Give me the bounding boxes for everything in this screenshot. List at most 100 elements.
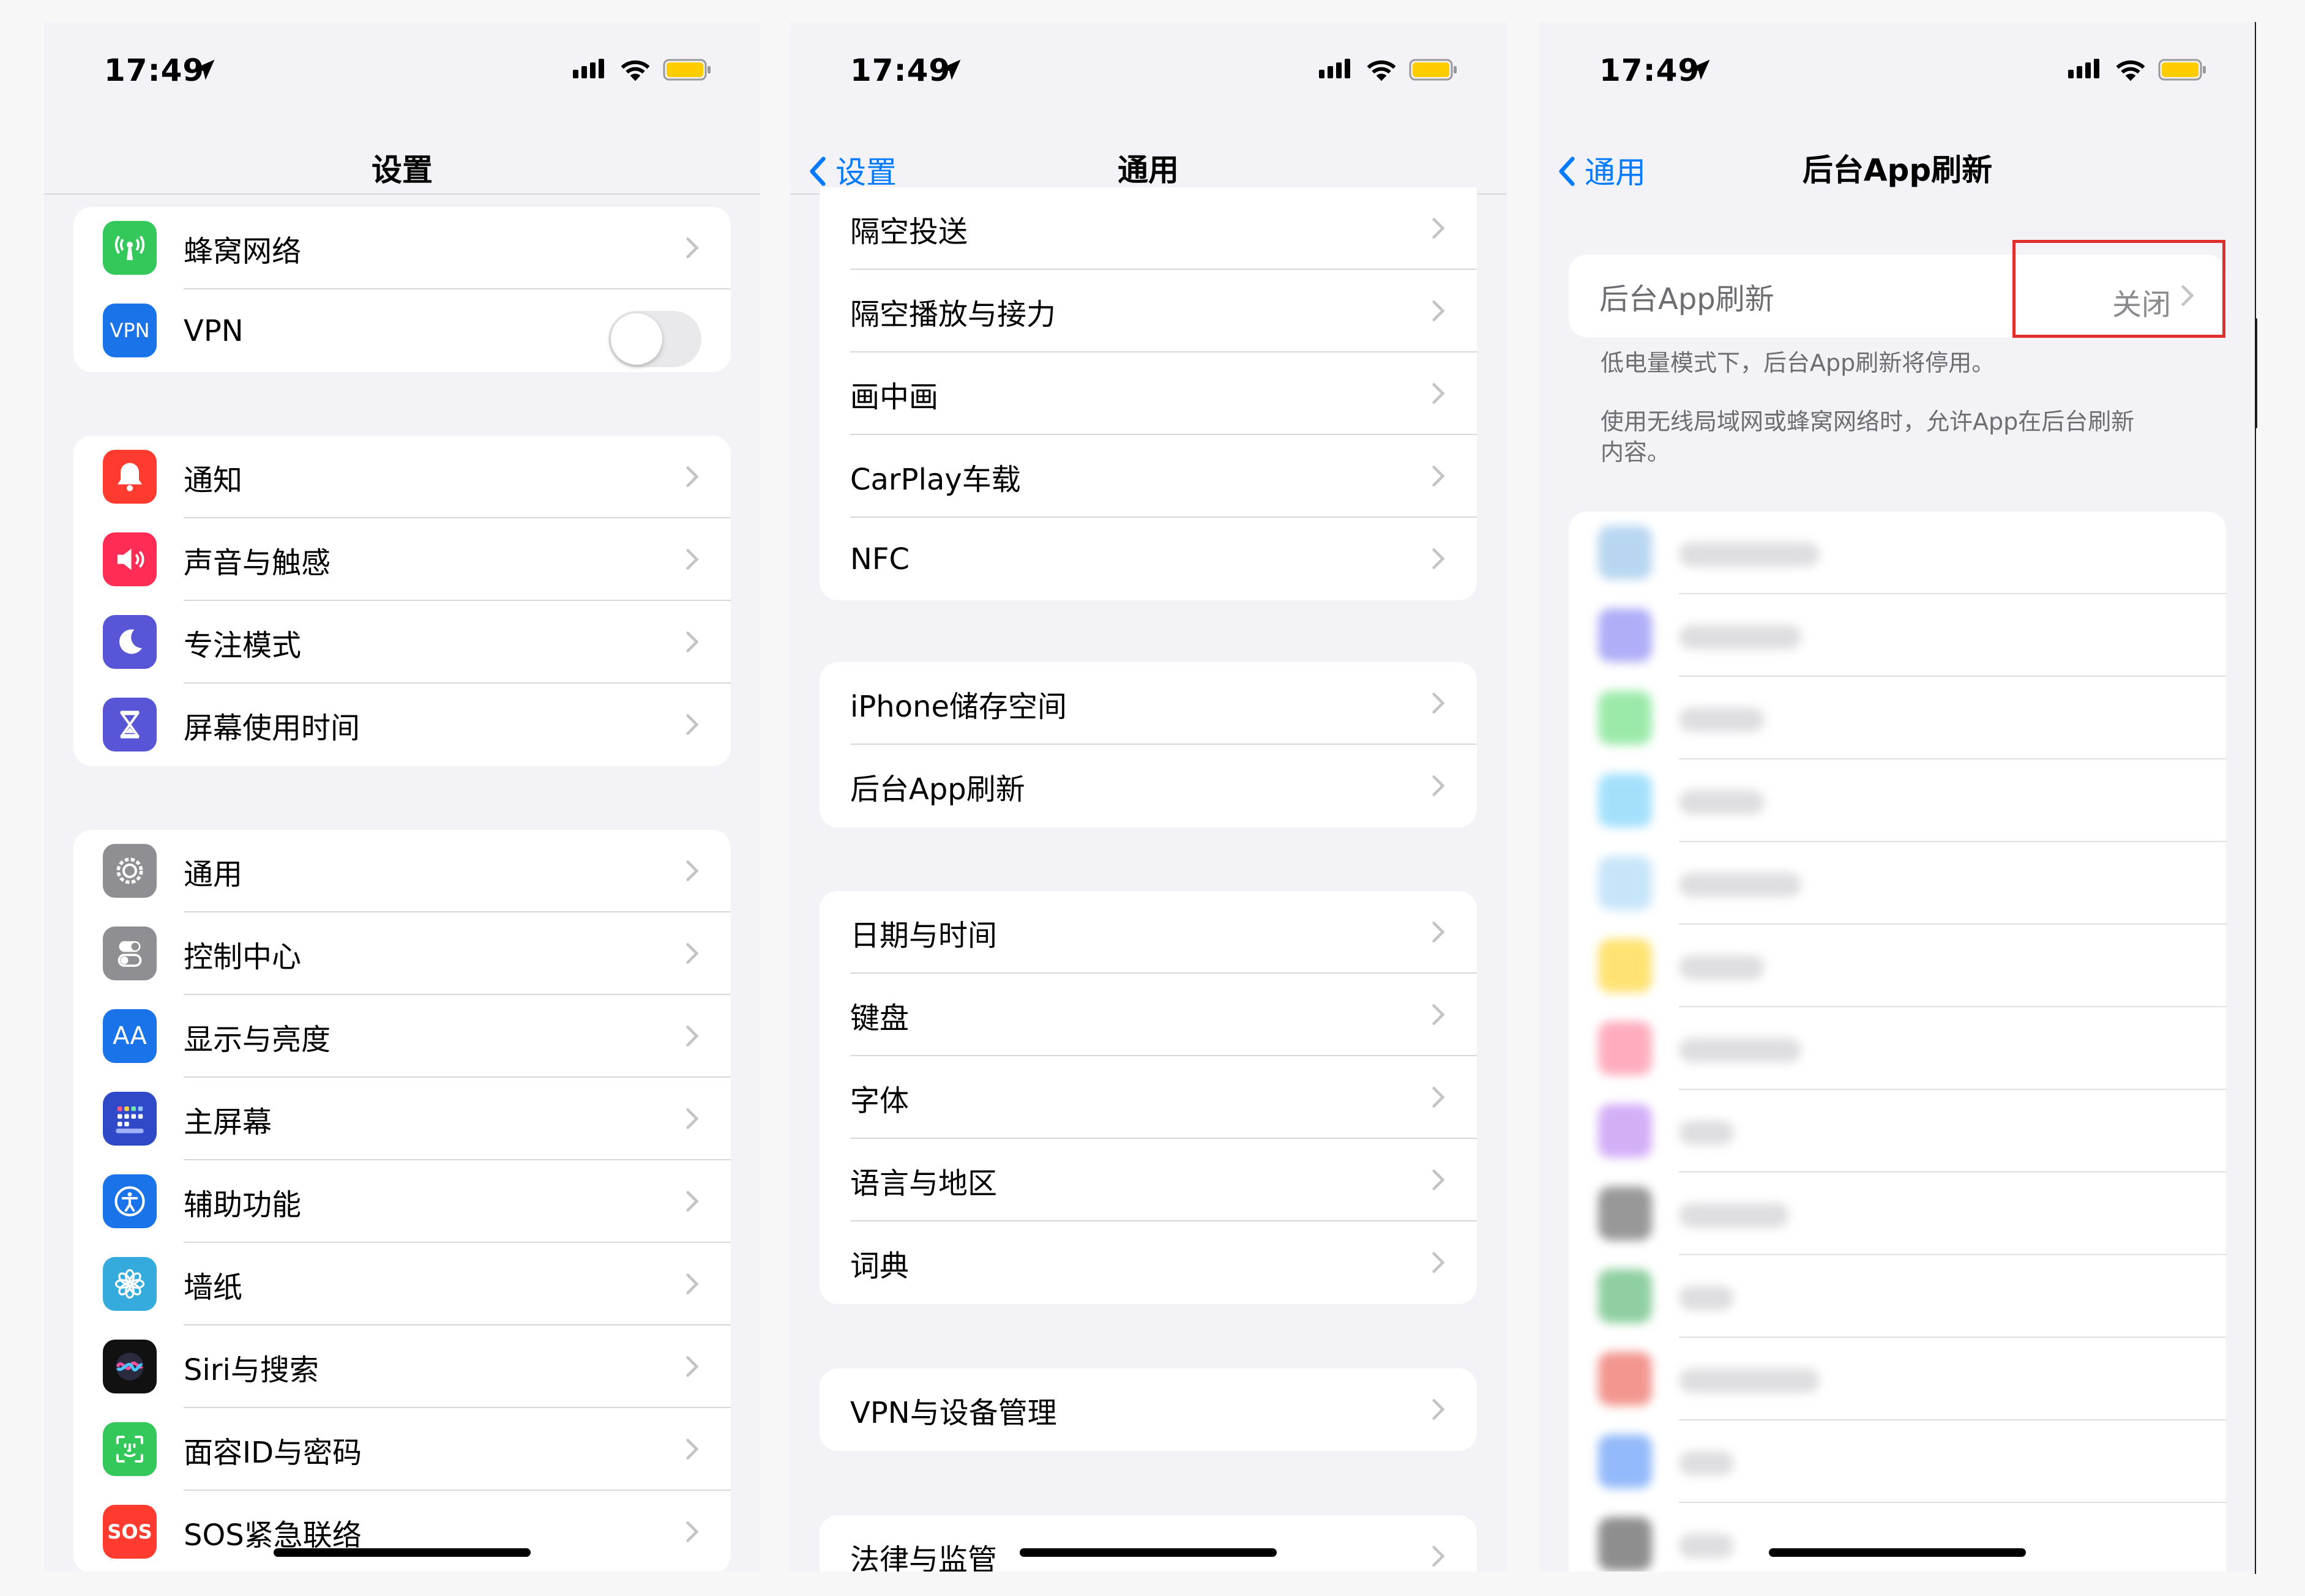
battery-icon <box>1409 59 1457 81</box>
signal-icon <box>1319 59 1353 78</box>
vpn-icon: VPN <box>103 304 157 357</box>
general-row-background-refresh[interactable]: 后台App刷新 <box>820 745 1477 827</box>
speaker-icon <box>103 532 157 586</box>
app-row[interactable] <box>1569 1420 2226 1503</box>
row-label: 日期与时间 <box>850 918 998 953</box>
general-row-iphone-storage[interactable]: iPhone储存空间 <box>820 662 1477 745</box>
chevron-right-icon <box>686 1438 699 1461</box>
general-screen: 17:49 设置 通用 隔空投送 隔空播放与接力 画中画 CarPlay车载 N… <box>790 22 1506 1572</box>
app-icon <box>1598 1187 1652 1240</box>
row-label: 隔空投送 <box>850 214 968 249</box>
settings-row-screen-time[interactable]: 屏幕使用时间 <box>73 684 731 766</box>
app-icon <box>1598 608 1652 662</box>
settings-row-notifications[interactable]: 通知 <box>73 436 731 518</box>
chevron-right-icon <box>1432 1251 1445 1274</box>
app-row[interactable] <box>1569 759 2226 842</box>
general-row-airdrop[interactable]: 隔空投送 <box>820 187 1477 270</box>
row-label: 语言与地区 <box>850 1166 998 1201</box>
vpn-toggle[interactable] <box>608 311 701 367</box>
settings-row-siri[interactable]: Siri与搜索 <box>73 1326 731 1408</box>
app-icon <box>1598 774 1652 827</box>
chevron-right-icon <box>1432 217 1445 240</box>
app-row[interactable] <box>1569 1255 2226 1338</box>
legal-group: 法律与监管 <box>820 1515 1477 1572</box>
chevron-right-icon <box>1432 774 1445 797</box>
general-row-vpn-device-management[interactable]: VPN与设备管理 <box>820 1368 1477 1451</box>
bell-icon <box>103 450 157 504</box>
settings-row-accessibility[interactable]: 辅助功能 <box>73 1160 731 1243</box>
row-label: NFC <box>850 542 910 576</box>
scroll-indicator <box>2255 318 2257 428</box>
row-label: 蜂窝网络 <box>184 234 302 269</box>
location-arrow-icon <box>194 59 215 80</box>
settings-row-focus[interactable]: 专注模式 <box>73 601 731 684</box>
general-row-pip[interactable]: 画中画 <box>820 352 1477 435</box>
settings-row-face-id[interactable]: 面容ID与密码 <box>73 1408 731 1491</box>
settings-row-control-center[interactable]: 控制中心 <box>73 912 731 995</box>
battery-icon <box>2158 59 2206 81</box>
app-row[interactable] <box>1569 677 2226 759</box>
status-bar: 17:49 <box>44 22 760 89</box>
gear-icon <box>103 844 157 898</box>
general-row-carplay[interactable]: CarPlay车载 <box>820 435 1477 518</box>
wifi-icon <box>621 60 650 81</box>
settings-row-cellular[interactable]: 蜂窝网络 <box>73 207 731 289</box>
general-row-fonts[interactable]: 字体 <box>820 1056 1477 1139</box>
app-name <box>1679 625 1801 649</box>
signal-icon <box>573 59 607 78</box>
home-indicator[interactable] <box>1020 1548 1277 1557</box>
navigation-bar: 通用 后台App刷新 <box>1539 89 2255 193</box>
app-row[interactable] <box>1569 1007 2226 1090</box>
settings-row-wallpaper[interactable]: 墙纸 <box>73 1243 731 1326</box>
app-row[interactable] <box>1569 1338 2226 1420</box>
general-row-airplay[interactable]: 隔空播放与接力 <box>820 270 1477 352</box>
row-label: 隔空播放与接力 <box>850 297 1056 332</box>
connectivity-group: 蜂窝网络 VPN VPN <box>73 207 731 372</box>
app-icon <box>1598 939 1652 993</box>
app-row[interactable] <box>1569 594 2226 677</box>
highlight-box <box>2012 240 2225 338</box>
storage-group: iPhone储存空间 后台App刷新 <box>820 662 1477 827</box>
location-arrow-icon <box>1689 59 1710 80</box>
home-indicator[interactable] <box>1769 1548 2026 1557</box>
page-title: 设置 <box>372 152 433 188</box>
general-row-keyboard[interactable]: 键盘 <box>820 974 1477 1056</box>
app-row[interactable] <box>1569 1503 2226 1572</box>
settings-row-home-screen[interactable]: 主屏幕 <box>73 1078 731 1160</box>
app-name <box>1679 1534 1734 1558</box>
general-row-dictionary[interactable]: 词典 <box>820 1221 1477 1304</box>
app-row[interactable] <box>1569 925 2226 1007</box>
app-icon <box>1598 1269 1652 1323</box>
row-label: 后台App刷新 <box>850 772 1025 807</box>
app-row[interactable] <box>1569 1173 2226 1255</box>
chevron-right-icon <box>1432 920 1445 944</box>
settings-row-sounds[interactable]: 声音与触感 <box>73 518 731 601</box>
chevron-right-icon <box>686 942 699 965</box>
page-title: 后台App刷新 <box>1802 152 1993 188</box>
row-label: VPN <box>184 313 244 348</box>
settings-row-emergency-sos[interactable]: SOS SOS紧急联络 <box>73 1491 731 1572</box>
app-name <box>1679 1368 1820 1393</box>
settings-row-display[interactable]: AA 显示与亮度 <box>73 995 731 1078</box>
location-arrow-icon <box>940 59 961 80</box>
general-row-language-region[interactable]: 语言与地区 <box>820 1139 1477 1221</box>
status-time: 17:49 <box>1599 53 1700 88</box>
settings-row-general[interactable]: 通用 <box>73 830 731 912</box>
app-icon <box>1598 1021 1652 1075</box>
app-row[interactable] <box>1569 512 2226 594</box>
chevron-right-icon <box>1432 382 1445 405</box>
app-name <box>1679 1451 1734 1475</box>
app-icon <box>1598 1434 1652 1488</box>
cellular-icon <box>103 221 157 275</box>
general-row-date-time[interactable]: 日期与时间 <box>820 891 1477 974</box>
status-time: 17:49 <box>850 53 951 88</box>
switches-icon <box>103 927 157 980</box>
app-row[interactable] <box>1569 1090 2226 1173</box>
general-row-nfc[interactable]: NFC <box>820 518 1477 600</box>
toggle-knob <box>611 313 662 365</box>
app-row[interactable] <box>1569 842 2226 925</box>
general-row-legal[interactable]: 法律与监管 <box>820 1515 1477 1572</box>
home-grid-icon <box>103 1092 157 1146</box>
home-indicator[interactable] <box>274 1548 531 1557</box>
status-time: 17:49 <box>104 53 205 88</box>
